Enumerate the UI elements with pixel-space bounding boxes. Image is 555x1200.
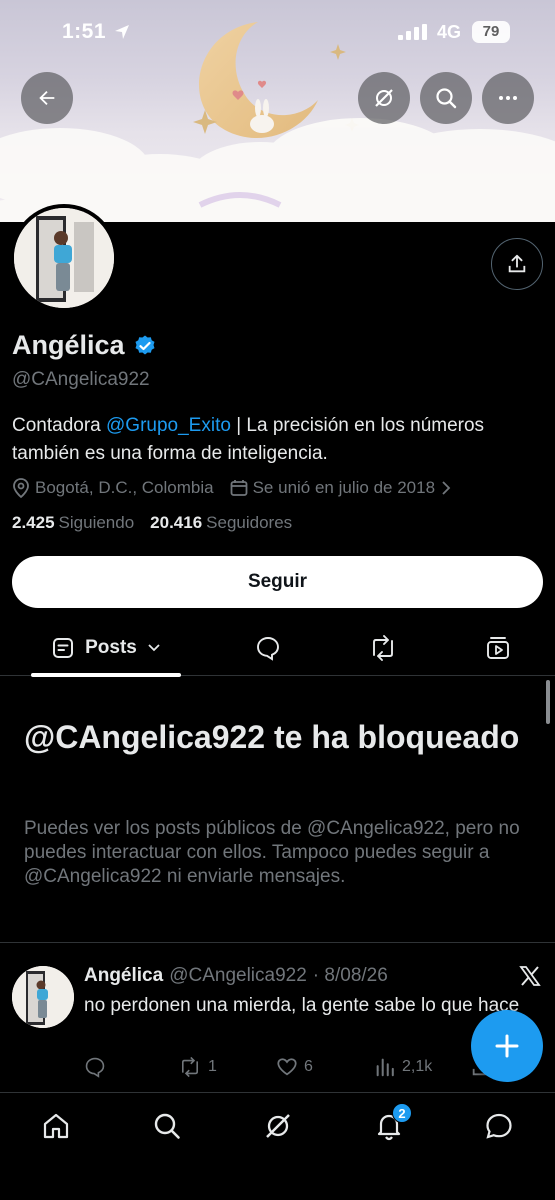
share-icon <box>508 254 526 273</box>
nav-search[interactable] <box>150 1109 184 1143</box>
share-profile-button[interactable] <box>491 238 543 290</box>
joined-text: Se unió en julio de 2018 <box>252 478 436 497</box>
blocked-title: @CAngelica922 te ha bloqueado <box>24 719 520 755</box>
follow-counts: 2.425 Siguiendo 20.416 Seguidores <box>12 513 292 533</box>
reply-action[interactable] <box>84 1056 106 1078</box>
profile-tabs: Posts <box>0 620 555 677</box>
verified-badge-icon[interactable] <box>133 334 157 358</box>
search-button[interactable] <box>420 72 472 124</box>
home-icon <box>43 1113 69 1139</box>
like-action[interactable]: 6 <box>276 1056 313 1078</box>
nav-notifications[interactable]: 2 <box>372 1103 412 1143</box>
post-avatar-photo <box>12 966 74 1028</box>
profile-avatar[interactable] <box>10 204 118 312</box>
arrow-left-icon <box>39 90 55 106</box>
back-button[interactable] <box>21 72 73 124</box>
status-bar: 1:51 4G 79 <box>0 0 555 62</box>
views-chart-icon <box>376 1058 394 1077</box>
post-author-name[interactable]: Angélica <box>84 965 163 987</box>
followers-label: Seguidores <box>206 513 293 532</box>
following-label: Siguiendo <box>58 513 135 532</box>
location-arrow-icon <box>115 25 129 39</box>
post-author-handle[interactable]: @CAngelica922 <box>169 965 307 987</box>
post-date[interactable]: · 8/08/26 <box>313 965 388 987</box>
active-tab-indicator <box>31 673 181 677</box>
bio-text-prefix: Contadora <box>12 415 107 436</box>
followers-link[interactable]: 20.416 Seguidores <box>150 513 292 533</box>
heart-icon <box>277 1058 297 1076</box>
views-count: 2,1k <box>402 1058 433 1075</box>
tab-posts-label: Posts <box>85 637 137 658</box>
compose-post-button[interactable] <box>471 1010 543 1082</box>
following-link[interactable]: 2.425 Siguiendo <box>12 513 134 533</box>
status-time: 1:51 <box>62 20 107 43</box>
repost-icon <box>182 1056 198 1078</box>
nav-home[interactable] <box>39 1109 73 1143</box>
more-options-button[interactable] <box>482 72 534 124</box>
reply-icon <box>85 1057 105 1078</box>
divider <box>0 942 555 943</box>
search-icon <box>436 88 457 109</box>
search-icon <box>154 1113 180 1139</box>
tab-media[interactable] <box>483 620 513 676</box>
post-author-avatar[interactable] <box>12 966 74 1028</box>
post-header: Angélica @CAngelica922 · 8/08/26 <box>84 965 388 987</box>
battery-indicator: 79 <box>472 21 510 43</box>
chevron-down-icon <box>148 644 160 652</box>
profile-bio: Contadora @Grupo_Exito | La precisión en… <box>12 412 542 468</box>
reply-bubble-icon <box>257 637 279 661</box>
repost-count: 1 <box>208 1058 217 1075</box>
profile-name: Angélica <box>12 330 125 360</box>
followers-count: 20.416 <box>150 513 203 532</box>
posts-icon <box>53 638 74 658</box>
repost-icon <box>373 635 393 661</box>
network-type: 4G <box>437 22 462 42</box>
follow-button[interactable]: Seguir <box>12 556 543 608</box>
location-text: Bogotá, D.C., Colombia <box>35 478 214 497</box>
tab-posts[interactable]: Posts <box>31 620 181 677</box>
grok-button[interactable] <box>358 72 410 124</box>
scrollbar[interactable] <box>546 680 550 724</box>
notifications-badge: 2 <box>392 1103 412 1123</box>
chevron-right-icon <box>442 481 451 495</box>
profile-meta: Bogotá, D.C., Colombia Se unió en julio … <box>12 476 468 500</box>
location-item: Bogotá, D.C., Colombia <box>12 478 214 498</box>
blocked-description: Puedes ver los posts públicos de @CAngel… <box>24 818 520 887</box>
cellular-signal-icon <box>398 24 427 40</box>
grok-icon <box>266 1114 290 1138</box>
bio-mention-link[interactable]: @Grupo_Exito <box>106 415 231 436</box>
tab-reposts[interactable] <box>366 620 400 676</box>
profile-name-row: Angélica <box>12 330 157 361</box>
media-video-icon <box>487 637 509 659</box>
location-pin-icon <box>13 478 29 498</box>
avatar-photo <box>14 208 114 308</box>
bottom-navigation: 2 <box>0 1092 555 1200</box>
post-actions: 1 6 2,1k <box>84 1056 524 1080</box>
tab-replies[interactable] <box>253 620 283 676</box>
grok-icon <box>375 89 393 107</box>
nav-grok[interactable] <box>261 1109 295 1143</box>
nav-messages[interactable] <box>482 1109 516 1143</box>
views-action[interactable]: 2,1k <box>374 1056 432 1078</box>
profile-handle: @CAngelica922 <box>12 369 150 390</box>
following-count: 2.425 <box>12 513 55 532</box>
joined-item[interactable]: Se unió en julio de 2018 <box>230 478 452 498</box>
more-horizontal-icon <box>499 96 517 100</box>
message-bubble-icon <box>486 1113 512 1139</box>
repost-action[interactable]: 1 <box>178 1056 217 1078</box>
like-count: 6 <box>304 1058 313 1075</box>
x-logo-icon <box>519 966 541 986</box>
post-text: no perdonen una mierda, la gente sabe lo… <box>84 995 520 1016</box>
plus-icon <box>495 1034 519 1058</box>
calendar-icon <box>230 480 247 496</box>
